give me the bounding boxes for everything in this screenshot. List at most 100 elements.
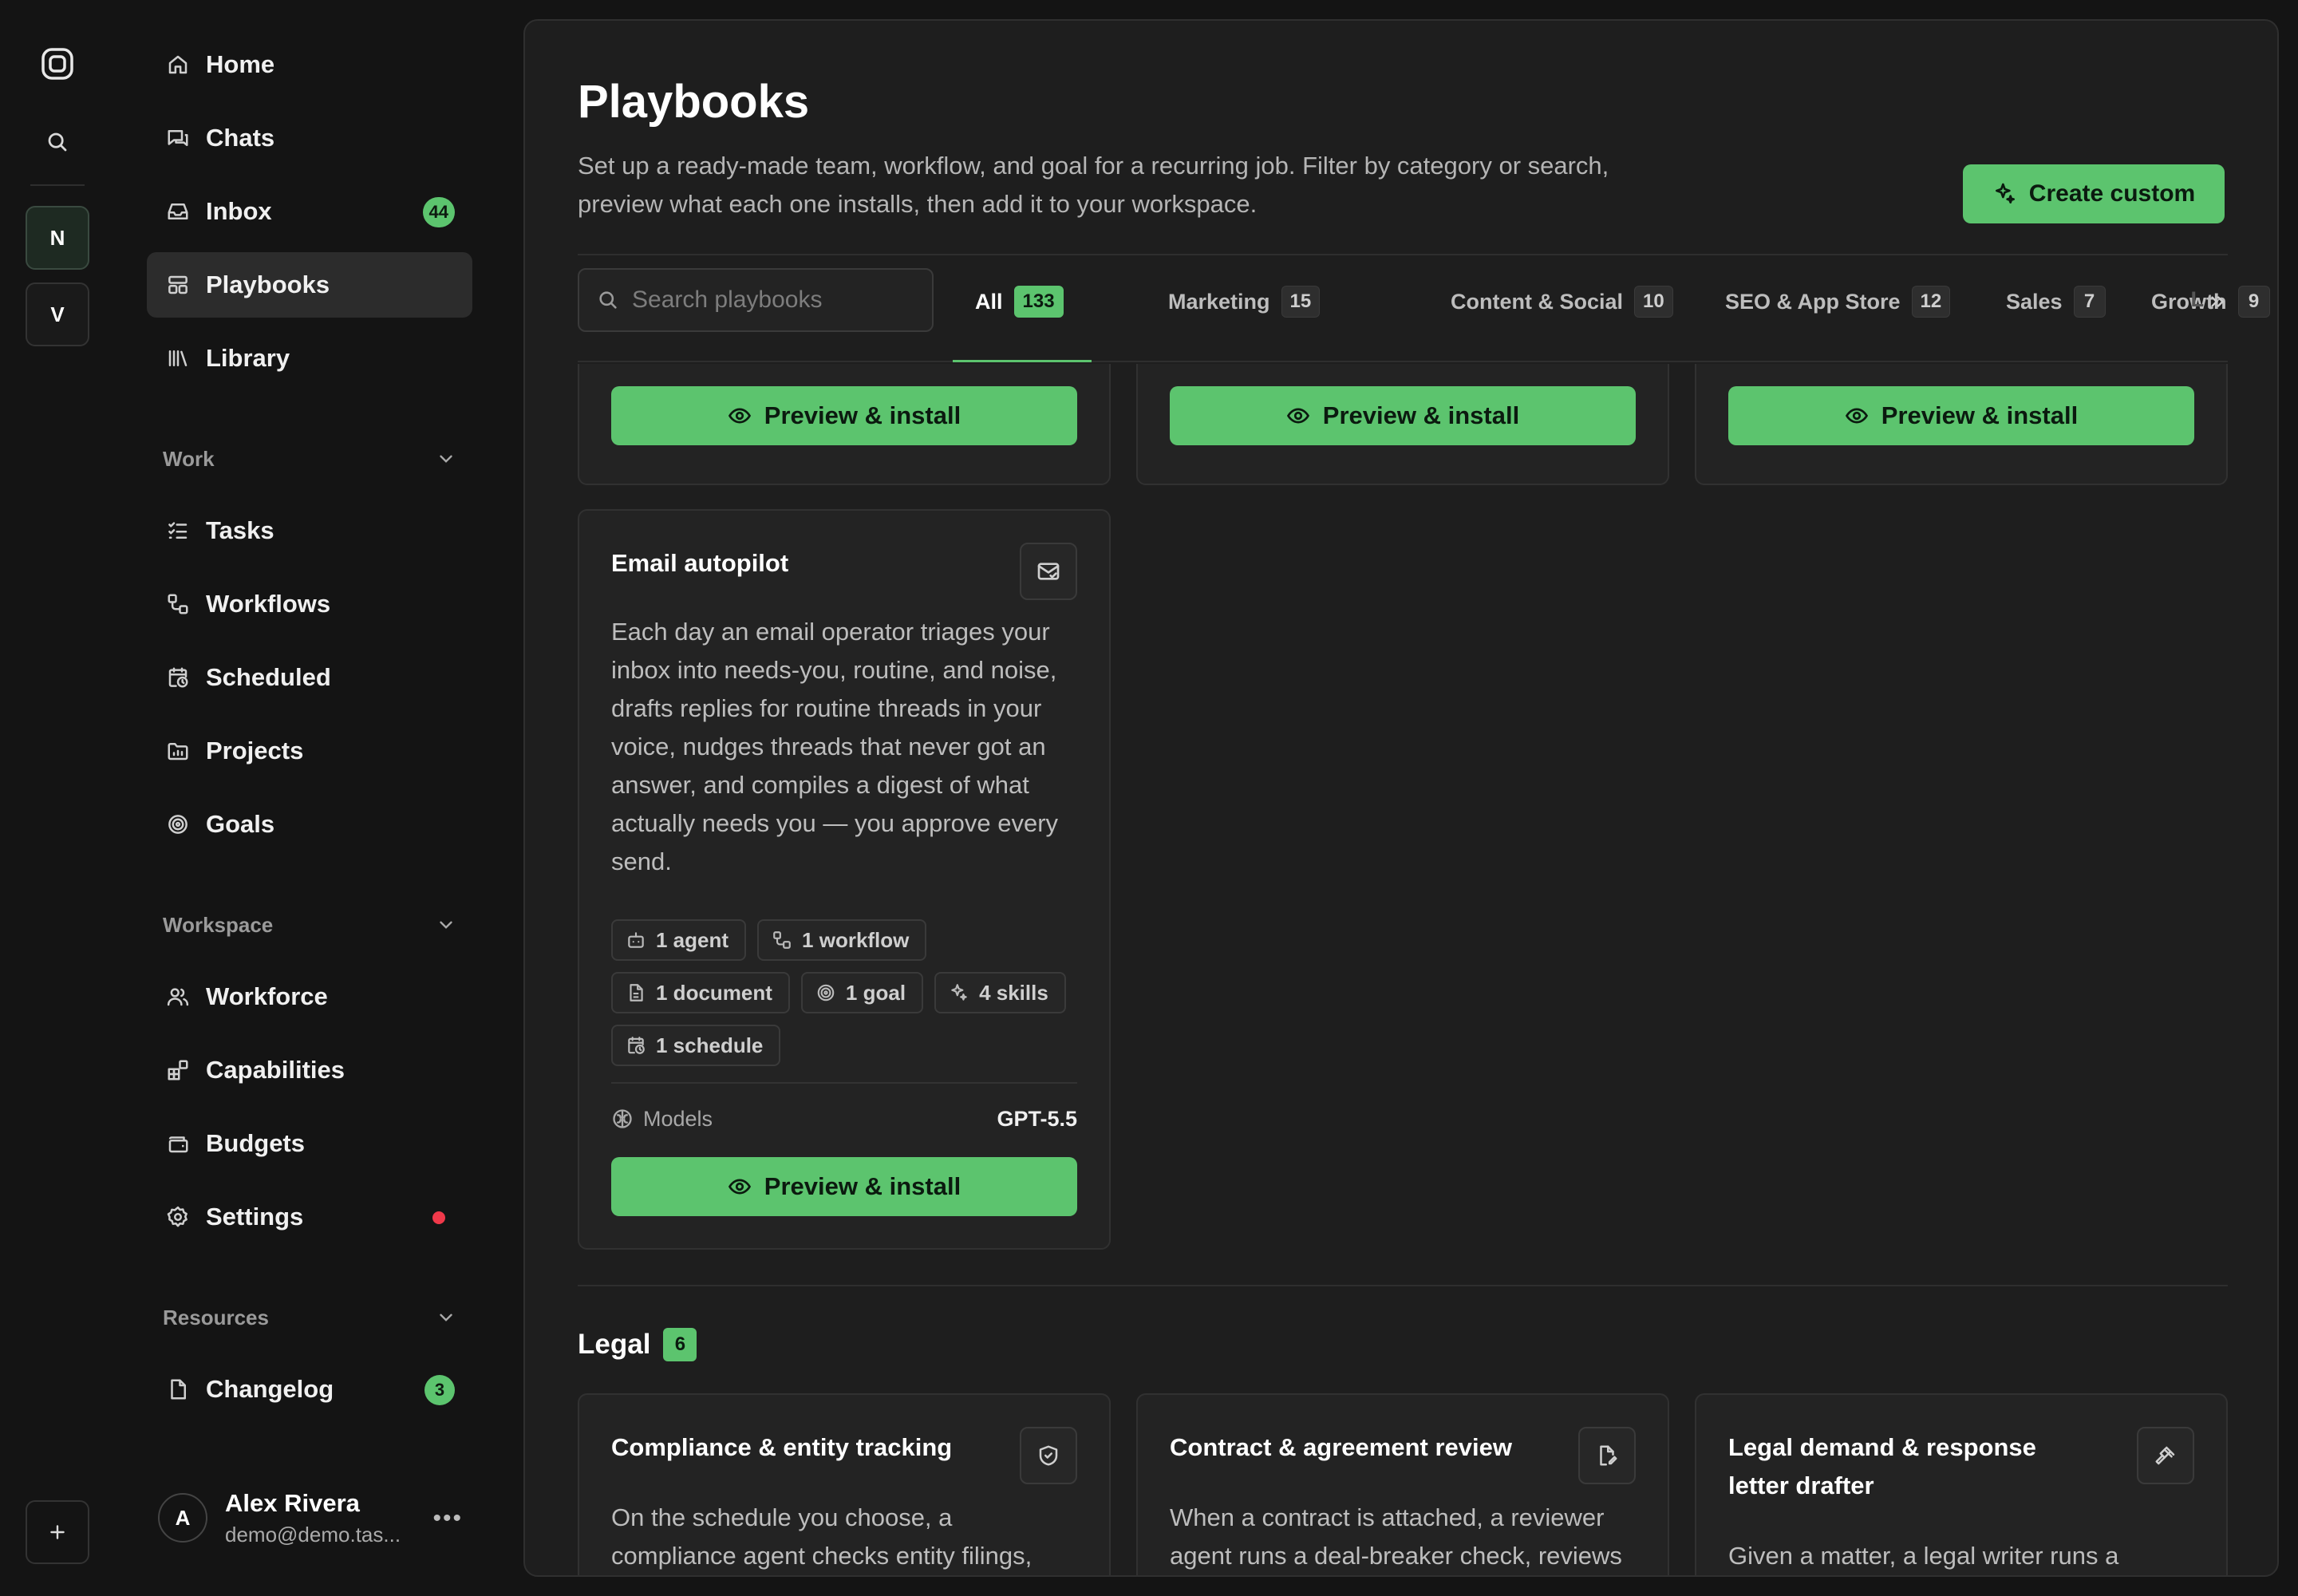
calendar-clock-icon bbox=[164, 664, 192, 691]
sidebar-item-home[interactable]: Home bbox=[147, 32, 472, 97]
sidebar-item-chats[interactable]: Chats bbox=[147, 105, 472, 171]
tab-label: Sales bbox=[2006, 289, 2063, 314]
user-name: Alex Rivera bbox=[225, 1488, 360, 1517]
add-workspace-button[interactable] bbox=[26, 1500, 89, 1564]
plus-icon bbox=[50, 1525, 65, 1539]
tab-content-social[interactable]: Content & Social 10 bbox=[1451, 284, 1673, 319]
sidebar-item-changelog[interactable]: Changelog 3 bbox=[147, 1357, 472, 1422]
sidebar-item-workflows[interactable]: Workflows bbox=[147, 571, 472, 637]
card-title: Contract & agreement review bbox=[1170, 1433, 1512, 1461]
sidebar-item-tasks[interactable]: Tasks bbox=[147, 498, 472, 563]
chip-label: 1 schedule bbox=[656, 1033, 764, 1057]
wallet-icon bbox=[164, 1130, 192, 1157]
document-icon bbox=[630, 984, 643, 1001]
eye-icon bbox=[728, 408, 751, 424]
section-toggle-resources[interactable]: Resources bbox=[163, 1302, 456, 1333]
folder-chart-icon bbox=[164, 737, 192, 764]
home-icon bbox=[164, 51, 192, 78]
tab-count: 12 bbox=[1911, 286, 1951, 318]
file-edit-icon bbox=[1578, 1427, 1636, 1484]
tab-all[interactable]: All 133 bbox=[975, 284, 1064, 319]
preview-install-button[interactable]: Preview & install bbox=[611, 1157, 1077, 1216]
card-description: When a contract is attached, a reviewer … bbox=[1170, 1503, 1622, 1570]
user-profile[interactable]: A Alex Rivera demo@demo.tas... ••• bbox=[158, 1483, 474, 1553]
search-input[interactable] bbox=[632, 286, 919, 314]
playbook-card: Preview & install bbox=[1695, 364, 2228, 485]
sidebar-item-scheduled[interactable]: Scheduled bbox=[147, 645, 472, 710]
create-custom-label: Create custom bbox=[2028, 180, 2196, 207]
section-toggle-work[interactable]: Work bbox=[163, 443, 456, 475]
create-custom-button[interactable]: Create custom bbox=[1963, 164, 2225, 223]
card-description: Each day an email operator triages your … bbox=[611, 618, 1059, 875]
sparkles-icon bbox=[951, 984, 967, 1001]
preview-install-button[interactable]: Preview & install bbox=[1170, 386, 1636, 445]
install-label: Preview & install bbox=[764, 1172, 961, 1200]
sidebar-item-label: Changelog bbox=[206, 1375, 334, 1403]
tab-count: 9 bbox=[2237, 286, 2270, 318]
tab-label: Marketing bbox=[1168, 289, 1270, 314]
card-title: Legal demand & response letter drafter bbox=[1728, 1433, 2036, 1499]
workspace-button-v[interactable]: V bbox=[26, 282, 89, 346]
playbook-grid: Preview & install Preview & install Prev… bbox=[578, 364, 2228, 1575]
models-label: Models bbox=[643, 1106, 713, 1131]
tabs-scroll-right-button[interactable] bbox=[2193, 284, 2228, 319]
install-label: Preview & install bbox=[1322, 401, 1520, 429]
chip-label: 1 goal bbox=[845, 980, 906, 1005]
sidebar-item-label: Goals bbox=[206, 810, 275, 838]
tab-seo-app-store[interactable]: SEO & App Store 12 bbox=[1725, 284, 1951, 319]
tab-count: 10 bbox=[1634, 286, 1673, 318]
tab-label: Content & Social bbox=[1451, 289, 1624, 314]
bot-icon bbox=[628, 932, 644, 948]
grid-icon bbox=[164, 271, 192, 298]
sidebar-item-library[interactable]: Library bbox=[147, 326, 472, 391]
preview-install-button[interactable]: Preview & install bbox=[611, 386, 1077, 445]
avatar-initial: A bbox=[175, 1505, 191, 1530]
tab-count: 133 bbox=[1013, 286, 1064, 318]
card-title: Email autopilot bbox=[611, 549, 789, 577]
tab-marketing[interactable]: Marketing 15 bbox=[1168, 284, 1321, 319]
tab-sales[interactable]: Sales 7 bbox=[2006, 284, 2106, 319]
playbook-card: Preview & install bbox=[1136, 364, 1669, 485]
category-title: Legal bbox=[578, 1329, 651, 1360]
more-options-icon[interactable]: ••• bbox=[432, 1505, 463, 1532]
chip-skills: 4 skills bbox=[934, 972, 1066, 1013]
models-value: GPT-5.5 bbox=[997, 1106, 1077, 1131]
sidebar-item-playbooks[interactable]: Playbooks bbox=[147, 252, 472, 318]
changelog-count-badge: 3 bbox=[424, 1375, 455, 1405]
sidebar-item-workforce[interactable]: Workforce bbox=[147, 964, 472, 1029]
sidebar-item-settings[interactable]: Settings bbox=[147, 1184, 472, 1250]
sidebar-item-label: Workforce bbox=[206, 982, 328, 1010]
sidebar-item-capabilities[interactable]: Capabilities bbox=[147, 1037, 472, 1103]
workspace-button-n[interactable]: N bbox=[26, 206, 89, 270]
card-description: On the schedule you choose, a compliance… bbox=[611, 1503, 1033, 1570]
chip-label: 4 skills bbox=[979, 980, 1048, 1005]
section-label: Work bbox=[163, 446, 215, 471]
chip-workflows: 1 workflow bbox=[757, 919, 927, 961]
sidebar-item-label: Tasks bbox=[206, 516, 274, 544]
sidebar-item-projects[interactable]: Projects bbox=[147, 718, 472, 784]
category-count: 6 bbox=[663, 1328, 697, 1361]
user-email: demo@demo.tas... bbox=[225, 1522, 401, 1547]
brain-icon bbox=[613, 1109, 632, 1128]
chat-icon bbox=[164, 124, 192, 152]
workflow-icon bbox=[164, 591, 192, 618]
logo-icon[interactable] bbox=[38, 45, 77, 83]
section-toggle-workspace[interactable]: Workspace bbox=[163, 909, 456, 941]
search-icon bbox=[599, 291, 617, 309]
filter-bar: All 133 Marketing 15 Content & Social 10… bbox=[578, 254, 2270, 362]
chip-goals: 1 goal bbox=[800, 972, 924, 1013]
tasks-icon bbox=[164, 517, 192, 544]
tab-label: SEO & App Store bbox=[1725, 289, 1901, 314]
sidebar-item-inbox[interactable]: Inbox 44 bbox=[147, 179, 472, 244]
sidebar-item-budgets[interactable]: Budgets bbox=[147, 1111, 472, 1176]
avatar: A bbox=[158, 1493, 207, 1543]
search-field[interactable] bbox=[578, 268, 934, 332]
install-label: Preview & install bbox=[764, 401, 961, 429]
sidebar-item-label: Scheduled bbox=[206, 663, 331, 691]
shield-check-icon bbox=[1020, 1427, 1077, 1484]
preview-install-button[interactable]: Preview & install bbox=[1728, 386, 2194, 445]
chip-label: 1 document bbox=[656, 980, 772, 1005]
sidebar-item-label: Playbooks bbox=[206, 271, 330, 298]
sidebar-item-goals[interactable]: Goals bbox=[147, 792, 472, 857]
search-icon[interactable] bbox=[41, 126, 73, 158]
